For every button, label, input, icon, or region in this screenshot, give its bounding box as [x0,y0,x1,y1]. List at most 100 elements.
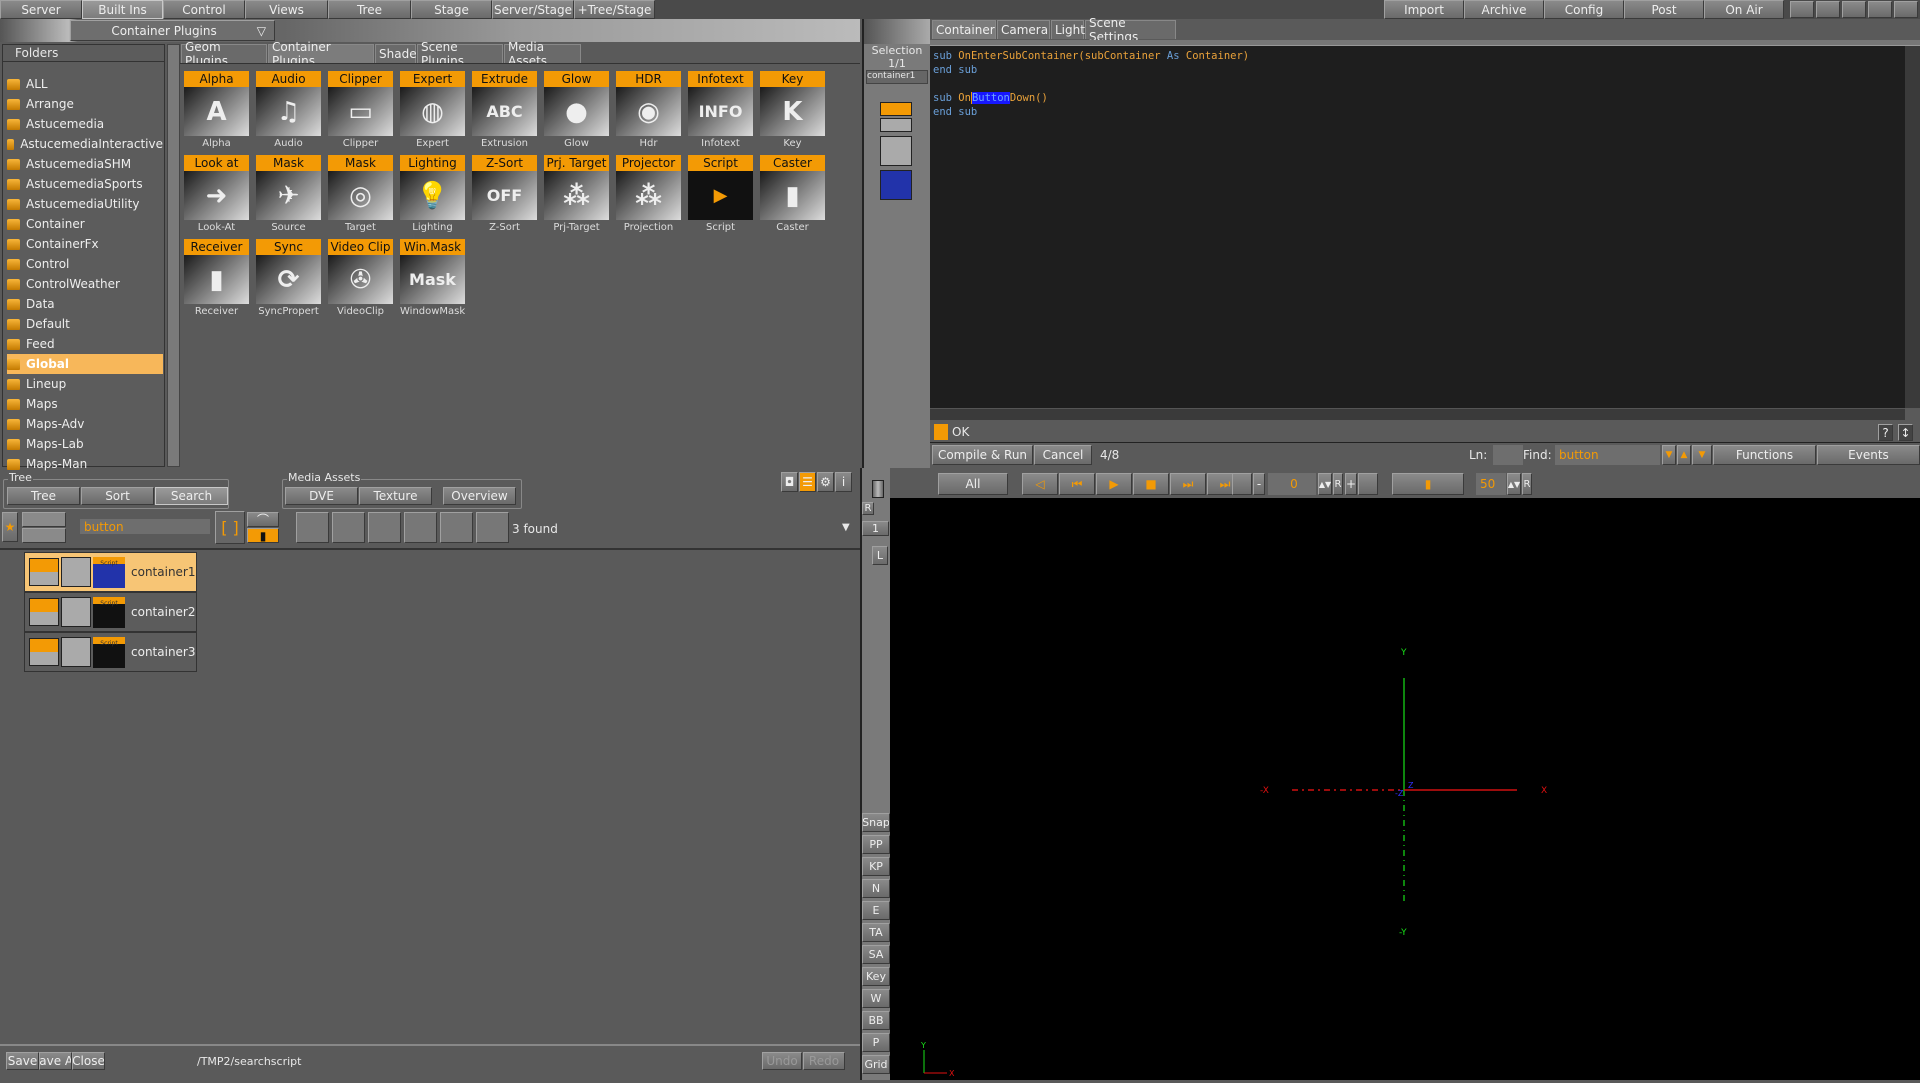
plugin-look-at[interactable]: Look at ➜ Look-At [184,155,249,239]
find-input[interactable]: button [1555,445,1660,465]
folder-item[interactable]: Global [7,354,163,374]
prev-key-icon[interactable]: ◁ [1022,473,1058,495]
list-mode-icon[interactable] [22,528,66,543]
lock-filter-icon[interactable]: ▮ [247,528,279,543]
layout-option-6-icon[interactable] [476,512,509,543]
folder-item[interactable]: Maps-Lab [7,434,163,454]
functions-button[interactable]: Functions [1713,445,1816,465]
folders-scrollbar[interactable] [167,44,180,467]
view-e-button[interactable]: E [862,901,890,920]
plugin-expert[interactable]: Expert ◍ Expert [400,71,465,155]
menu--tree-stage[interactable]: +Tree/Stage [574,0,655,19]
tab-scene-plugins[interactable]: Scene Plugins [417,40,503,68]
tree-sort-button[interactable]: Sort [81,487,154,505]
layout-option-1-icon[interactable] [296,512,329,543]
script-plugin-icon[interactable]: Script [93,596,125,628]
panel-icon[interactable] [1868,1,1892,18]
folder-item[interactable]: Container [7,214,163,234]
events-button[interactable]: Events [1817,445,1920,465]
tab-camera[interactable]: Camera [997,20,1050,39]
timeline-slider[interactable]: ▮ [1392,473,1464,495]
result-row[interactable]: Script container2 [24,592,197,632]
info-icon[interactable]: i [835,472,852,492]
layout-option-5-icon[interactable] [440,512,473,543]
ln-input[interactable] [1493,445,1523,465]
frame-plus-button[interactable]: + [1345,473,1357,495]
plugin-lighting[interactable]: Lighting 💡 Lighting [400,155,465,239]
container-visibility-icon[interactable] [29,598,59,626]
plugin-windowmask[interactable]: Win.Mask Mask WindowMask [400,239,465,323]
folder-item[interactable]: ContainerFx [7,234,163,254]
favorite-star-icon[interactable]: ★ [2,512,18,542]
editor-vertical-scrollbar[interactable] [1905,46,1920,408]
compile-run-button[interactable]: Compile & Run [932,445,1033,465]
folder-item[interactable]: Data [7,294,163,314]
tab-geom-plugins[interactable]: Geom Plugins [181,40,267,68]
redo-button[interactable]: Redo [803,1052,845,1070]
menu-server-stage[interactable]: Server/Stage [492,0,574,19]
step-forward-icon[interactable]: ⏭ [1170,473,1206,495]
layer-all-button[interactable]: All [938,473,1008,495]
plugin-projection[interactable]: Projector ⁂ Projection [616,155,681,239]
script-editor[interactable]: sub OnEnterSubContainer(subContainer As … [930,46,1905,408]
resize-button[interactable]: ↕ [1898,424,1913,441]
speed-reset-button[interactable]: R [1522,473,1532,495]
menu-views[interactable]: Views [245,0,328,19]
plugin-extrusion[interactable]: Extrude ABC Extrusion [472,71,537,155]
view-pp-button[interactable]: PP [862,835,890,854]
view-w-button[interactable]: W [862,989,890,1008]
plugin-z-sort[interactable]: Z-Sort OFF Z-Sort [472,155,537,239]
folder-item[interactable]: Maps-Adv [7,414,163,434]
undo-button[interactable]: Undo [762,1052,802,1070]
tree-view-icon[interactable] [22,512,66,527]
plugin-hdr[interactable]: HDR ◉ Hdr [616,71,681,155]
view-bb-button[interactable]: BB [862,1011,890,1030]
folder-item[interactable]: AstucemediaSHM [7,154,163,174]
media-overview-button[interactable]: Overview [443,487,516,505]
layout-option-3-icon[interactable] [368,512,401,543]
tab-container[interactable]: Container [932,20,996,39]
folder-item[interactable]: AstucemediaInteractive [7,134,163,154]
layer-l-button[interactable]: L [872,546,888,565]
tree-search-button[interactable]: Search [155,487,228,505]
plugin-syncpropert[interactable]: Sync ⟳ SyncPropert [256,239,321,323]
go-start-icon[interactable]: ⏮ [1059,473,1095,495]
menu-tree[interactable]: Tree [328,0,411,19]
folder-item[interactable]: Feed [7,334,163,354]
menu-import[interactable]: Import [1384,0,1464,19]
frame-reset-button[interactable]: R [1333,473,1343,495]
folder-item[interactable]: AstucemediaSports [7,174,163,194]
container-visibility-icon[interactable] [29,558,59,586]
list-view-icon[interactable]: ☰ [799,472,816,492]
plugin-caster[interactable]: Caster ▮ Caster [760,155,825,239]
view-grid-button[interactable]: Grid [862,1055,890,1074]
tab-scene-settings[interactable]: Scene Settings [1085,16,1176,44]
menu-config[interactable]: Config [1544,0,1624,19]
plugin-clipper[interactable]: Clipper ▭ Clipper [328,71,393,155]
window-icon[interactable] [1842,1,1866,18]
speed-input[interactable]: 50 [1476,473,1506,495]
tab-light[interactable]: Light [1051,20,1085,39]
brackets-toggle-icon[interactable]: [ ] [215,511,245,544]
view-n-button[interactable]: N [862,879,890,898]
menu-control[interactable]: Control [163,0,245,19]
tab-shader[interactable]: Shader [375,44,422,63]
plugin-glow[interactable]: Glow ● Glow [544,71,609,155]
mark-in-icon[interactable] [1232,473,1252,495]
result-row[interactable]: Script container1 [24,552,197,592]
plugin-prj-target[interactable]: Prj. Target ⁂ Prj-Target [544,155,609,239]
plugin-category-dropdown[interactable]: Container Plugins ▽ [70,20,275,41]
plugin-receiver[interactable]: Receiver ▮ Receiver [184,239,249,323]
minimize-icon[interactable] [1894,1,1918,18]
plugin-target[interactable]: Mask ◎ Target [328,155,393,239]
menu-post[interactable]: Post [1624,0,1704,19]
filter-icon[interactable]: ⌒ [247,512,279,527]
speed-stepper[interactable]: ▲▼ [1507,473,1521,495]
folder-item[interactable]: Astucemedia [7,114,163,134]
media-texture-button[interactable]: Texture [359,487,432,505]
tab-media-assets[interactable]: Media Assets [504,40,581,68]
selection-value[interactable]: container1 [866,70,928,84]
search-input[interactable]: button [80,519,210,534]
stop-icon[interactable]: ■ [1133,473,1169,495]
3d-viewport[interactable]: Y -Y X -X Z -Z Y X [890,498,1920,1080]
